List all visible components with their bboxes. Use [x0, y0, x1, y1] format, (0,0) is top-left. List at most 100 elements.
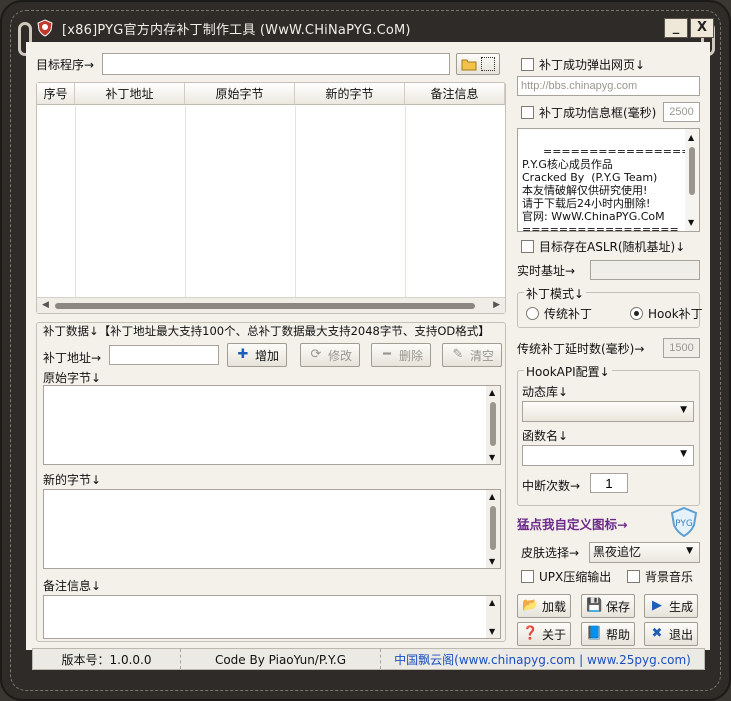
shield-icon[interactable]: PYG: [669, 506, 699, 538]
orig-vscrollbar[interactable]: ▲ ▼: [486, 386, 500, 464]
scroll-down-icon[interactable]: ▼: [489, 557, 495, 566]
dll-label: 动态库↓: [522, 385, 569, 399]
refresh-icon: ⟳: [310, 347, 322, 362]
col-header-note[interactable]: 备注信息: [405, 83, 505, 104]
floppy-icon: 💾: [585, 598, 603, 613]
new-vscrollbar[interactable]: ▲ ▼: [486, 490, 500, 568]
skin-label: 皮肤选择→: [521, 546, 580, 560]
msgbox-ms-input[interactable]: [663, 102, 700, 122]
col-header-address[interactable]: 补丁地址: [75, 83, 185, 104]
col-header-original[interactable]: 原始字节: [185, 83, 295, 104]
delay-label: 传统补丁延时数(毫秒)→: [517, 342, 645, 356]
new-vscroll-thumb[interactable]: [490, 506, 496, 550]
site-link[interactable]: 中国飘云阁(www.chinapyg.com | www.25pyg.com): [381, 649, 704, 669]
scroll-down-icon[interactable]: ▼: [688, 216, 694, 229]
mode-hook-label: Hook补丁: [648, 307, 703, 321]
aslr-checkbox[interactable]: [521, 240, 534, 253]
base-address-input[interactable]: [590, 260, 700, 280]
shield-icon: [37, 19, 53, 37]
chevron-down-icon: ▼: [680, 405, 687, 415]
minimize-button[interactable]: _: [664, 18, 688, 38]
load-button[interactable]: 📂 加载: [517, 594, 571, 618]
grid-line: [295, 106, 296, 297]
scroll-up-icon[interactable]: ▲: [489, 492, 495, 501]
dll-combo[interactable]: ▼: [522, 401, 694, 422]
help-label: 帮助: [605, 627, 630, 642]
save-button[interactable]: 💾 保存: [581, 594, 635, 618]
col-header-new[interactable]: 新的字节: [295, 83, 405, 104]
status-bar: 版本号：1.0.0.0 Code By PiaoYun/P.Y.G 中国飘云阁(…: [32, 648, 705, 670]
popup-url-checkbox[interactable]: [521, 58, 534, 71]
help-button[interactable]: 📘 帮助: [581, 622, 635, 646]
msgbox-checkbox[interactable]: [521, 106, 534, 119]
music-label: 背景音乐: [645, 570, 694, 584]
popup-url-label: 补丁成功弹出网页↓: [539, 58, 646, 72]
note-label: 备注信息↓: [43, 579, 102, 593]
upx-checkbox[interactable]: [521, 570, 534, 583]
target-path-input[interactable]: [102, 53, 450, 75]
scroll-up-icon[interactable]: ▲: [489, 388, 495, 397]
break-count-input[interactable]: [590, 473, 628, 493]
mode-hook-radio[interactable]: [630, 307, 643, 320]
title-bar[interactable]: [x86]PYG官方内存补丁制作工具 (WwW.CHiNaPYG.CoM) _ …: [14, 14, 714, 42]
patch-data-group: 补丁数据↓【补丁地址最大支持100个、总补丁数据最大支持2048字节、支持OD格…: [36, 322, 506, 642]
minus-icon: ━: [383, 347, 391, 362]
popup-url-input[interactable]: [517, 76, 700, 96]
load-label: 加载: [541, 599, 566, 614]
orig-vscroll-thumb[interactable]: [490, 402, 496, 446]
original-bytes-textarea[interactable]: ▲ ▼: [43, 385, 501, 465]
exit-button[interactable]: ✖ 退出: [644, 622, 698, 646]
music-checkbox[interactable]: [627, 570, 640, 583]
scroll-up-icon[interactable]: ▲: [688, 131, 694, 144]
version-text: 版本号：1.0.0.0: [33, 649, 181, 669]
clear-button[interactable]: ✎ 清空: [442, 343, 502, 367]
window-title: [x86]PYG官方内存补丁制作工具 (WwW.CHiNaPYG.CoM): [62, 22, 411, 38]
info-vscrollbar[interactable]: ▲ ▼: [685, 129, 699, 231]
skin-combo[interactable]: 黑夜追忆 ▼: [589, 542, 700, 563]
note-vscrollbar[interactable]: ▲ ▼: [486, 596, 500, 638]
hookapi-title: HookAPI配置↓: [524, 363, 612, 380]
patch-mode-group: 补丁模式↓ 传统补丁 Hook补丁: [517, 285, 703, 328]
broom-icon: ✎: [452, 347, 464, 362]
question-icon: ❓: [521, 626, 539, 641]
patch-address-input[interactable]: [109, 345, 219, 365]
delete-button[interactable]: ━ 删除: [371, 343, 431, 367]
table-hscrollbar[interactable]: ◀ ▶: [37, 297, 505, 313]
scroll-left-icon[interactable]: ◀: [42, 300, 49, 310]
note-textarea[interactable]: ▲ ▼: [43, 595, 501, 639]
exit-label: 退出: [668, 627, 693, 642]
patch-table[interactable]: 序号 补丁地址 原始字节 新的字节 备注信息 ◀ ▶: [36, 82, 506, 314]
info-textbox[interactable]: ================= P.Y.G核心成员作品 Cracked By…: [517, 128, 700, 232]
svg-text:PYG: PYG: [675, 519, 693, 529]
add-label: 增加: [254, 348, 279, 363]
scroll-right-icon[interactable]: ▶: [493, 300, 500, 310]
about-button[interactable]: ❓ 关于: [517, 622, 571, 646]
scroll-down-icon[interactable]: ▼: [489, 453, 495, 462]
col-header-index[interactable]: 序号: [37, 83, 75, 104]
hscroll-thumb[interactable]: [55, 303, 475, 309]
clear-label: 清空: [469, 348, 494, 363]
grid-line: [75, 106, 76, 297]
book-icon: 📘: [585, 626, 603, 641]
close-button[interactable]: X: [690, 18, 714, 38]
add-button[interactable]: ✚ 增加: [227, 343, 287, 367]
func-label: 函数名↓: [522, 429, 569, 443]
modify-button[interactable]: ⟳ 修改: [300, 343, 360, 367]
custom-icon-link[interactable]: 猛点我自定义图标→: [517, 514, 627, 533]
info-vscroll-thumb[interactable]: [689, 147, 695, 195]
new-bytes-label: 新的字节↓: [43, 473, 102, 487]
func-combo[interactable]: ▼: [522, 445, 694, 466]
new-bytes-textarea[interactable]: ▲ ▼: [43, 489, 501, 569]
scroll-up-icon[interactable]: ▲: [489, 598, 495, 607]
delay-input[interactable]: [663, 338, 700, 358]
generate-button[interactable]: ▶ 生成: [644, 594, 698, 618]
author-text: Code By PiaoYun/P.Y.G: [181, 649, 381, 669]
target-label: 目标程序→: [36, 58, 95, 72]
browse-dotted-box: [481, 57, 495, 71]
close-icon: ✖: [651, 626, 663, 641]
mode-classic-radio[interactable]: [526, 307, 539, 320]
patch-group-title: 补丁数据↓【补丁地址最大支持100个、总补丁数据最大支持2048字节、支持OD格…: [43, 323, 492, 339]
scroll-down-icon[interactable]: ▼: [489, 627, 495, 636]
browse-button[interactable]: [456, 53, 500, 75]
hookapi-group: HookAPI配置↓ 动态库↓ ▼ 函数名↓ ▼ 中断次数→: [517, 363, 700, 506]
